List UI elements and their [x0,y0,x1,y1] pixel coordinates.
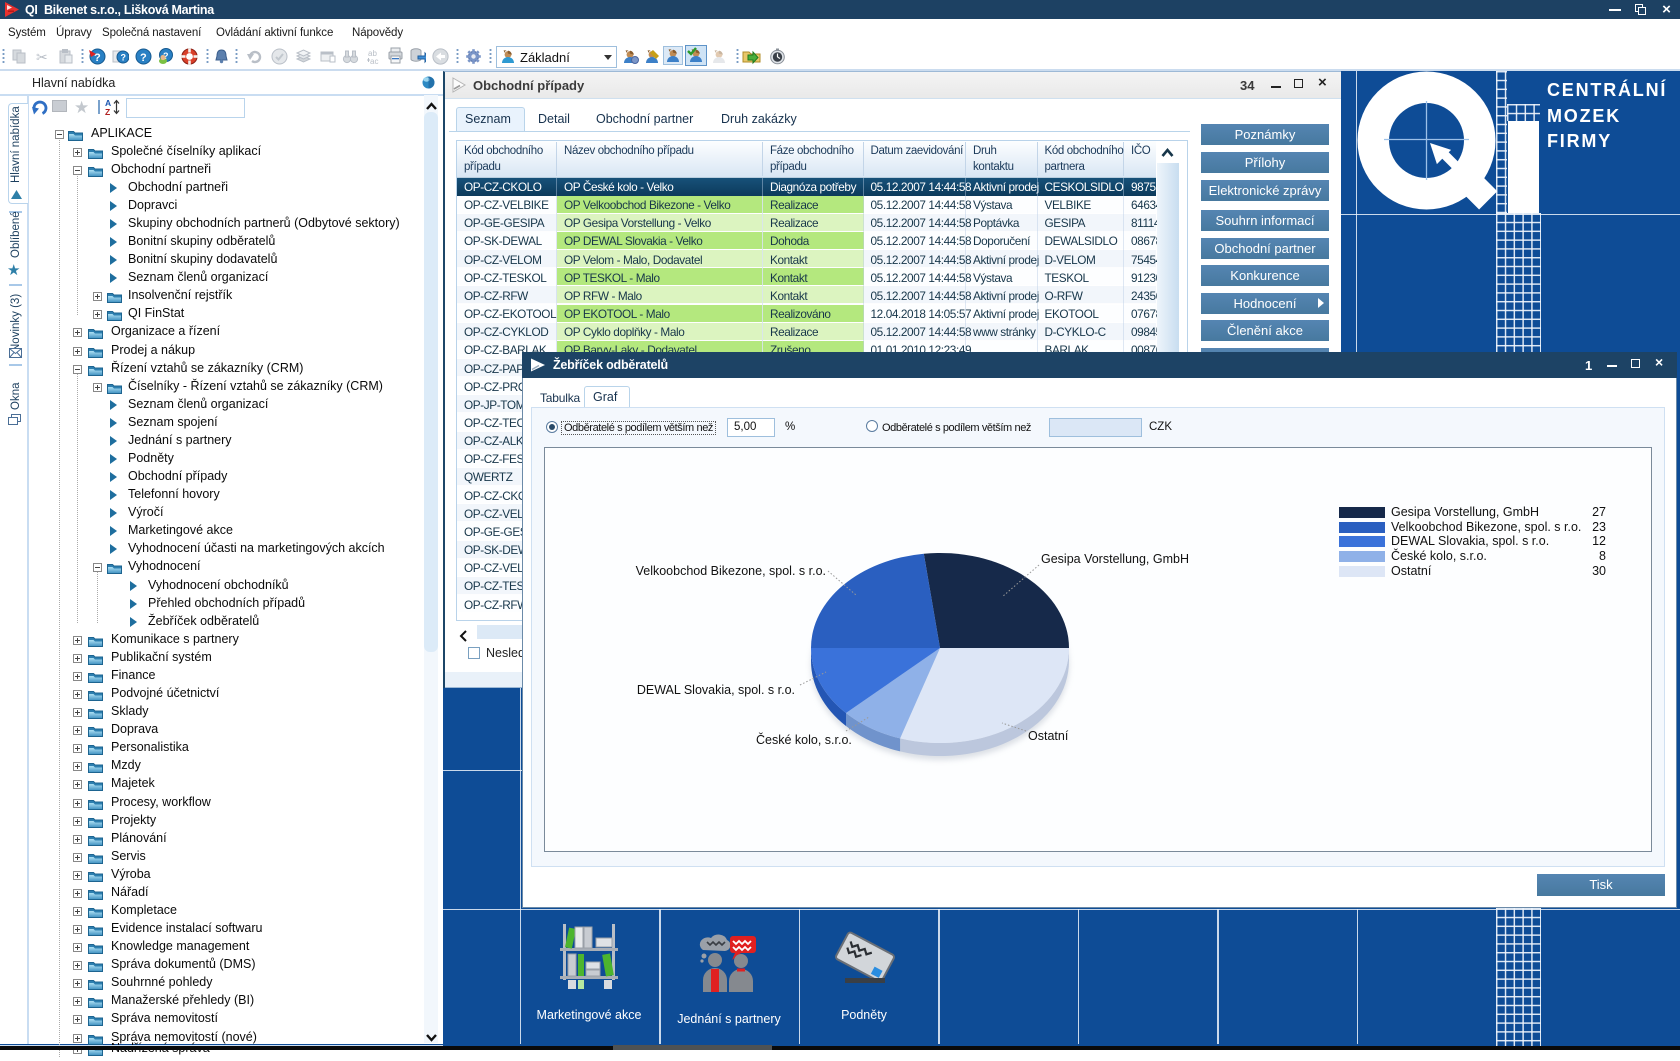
svg-text:✂: ✂ [36,49,48,65]
svg-text:?: ? [121,53,127,63]
svg-text:ac: ac [370,57,378,65]
svg-text:Z: Z [105,107,110,116]
svg-text:?: ? [140,52,147,64]
